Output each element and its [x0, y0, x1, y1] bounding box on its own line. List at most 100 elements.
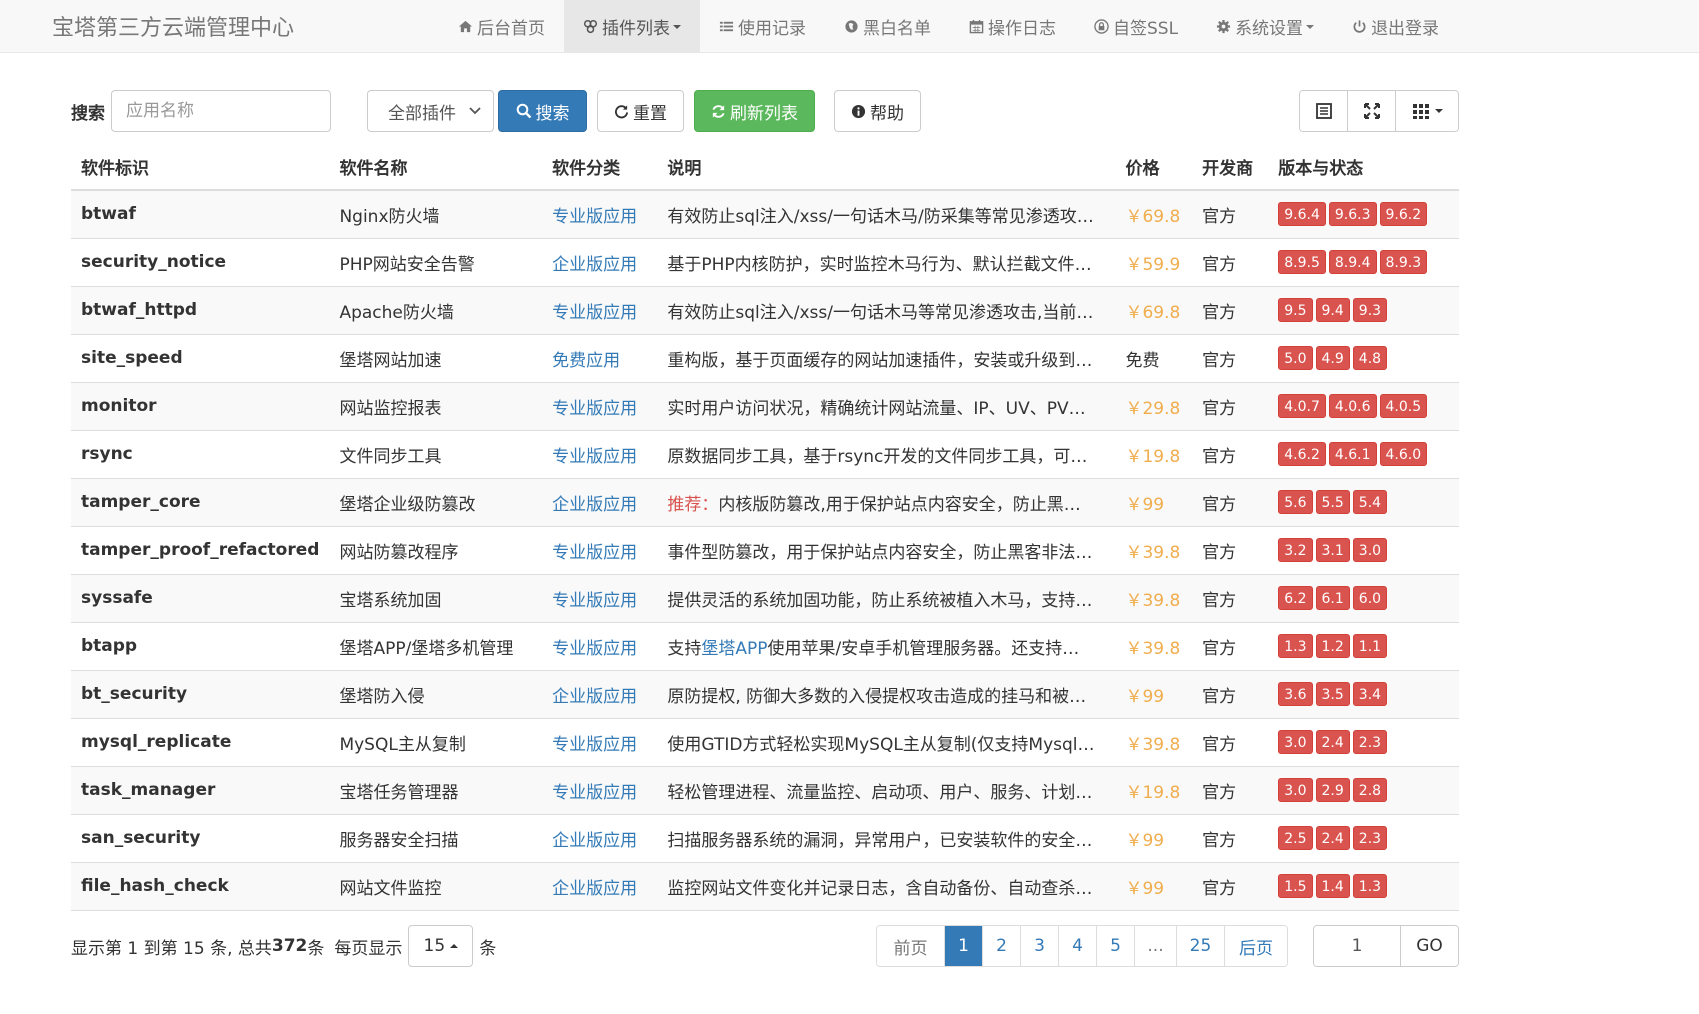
version-badge[interactable]: 2.9: [1315, 778, 1350, 802]
version-badge[interactable]: 4.0.7: [1278, 394, 1326, 418]
version-badge[interactable]: 4.0.5: [1379, 394, 1428, 418]
version-badge[interactable]: 1.4: [1315, 874, 1350, 898]
version-badge[interactable]: 9.6.2: [1379, 202, 1428, 227]
plugin-category-link[interactable]: 企业版应用: [542, 861, 658, 911]
page-button[interactable]: 25: [1177, 926, 1225, 966]
version-badge[interactable]: 5.0: [1278, 346, 1313, 370]
plugin-category-link[interactable]: 专业版应用: [542, 765, 658, 814]
version-badge[interactable]: 3.5: [1315, 682, 1350, 706]
plugin-category-link[interactable]: 专业版应用: [542, 189, 658, 238]
version-badge[interactable]: 2.8: [1352, 778, 1388, 802]
version-badge[interactable]: 6.0: [1352, 586, 1388, 610]
nav-item-logout[interactable]: 退出登录: [1333, 0, 1458, 53]
plugin-category-link[interactable]: 专业版应用: [542, 381, 658, 430]
version-badge[interactable]: 2.3: [1352, 826, 1388, 850]
page-button[interactable]: 2: [983, 926, 1021, 966]
version-badge[interactable]: 3.2: [1278, 538, 1313, 562]
version-badge[interactable]: 9.6.3: [1328, 202, 1377, 227]
plugin-category-link[interactable]: 专业版应用: [542, 717, 658, 766]
version-badge[interactable]: 3.0: [1352, 538, 1388, 562]
column-header[interactable]: 软件标识: [71, 143, 330, 191]
version-badge[interactable]: 9.3: [1352, 298, 1388, 322]
version-badge[interactable]: 1.2: [1315, 634, 1350, 658]
desc-link[interactable]: 堡塔APP: [701, 639, 767, 659]
plugin-id: rsync: [71, 429, 330, 478]
column-header[interactable]: 软件分类: [542, 143, 658, 191]
version-badge[interactable]: 6.2: [1278, 586, 1313, 610]
version-badge[interactable]: 4.6.2: [1278, 442, 1326, 466]
version-badge[interactable]: 5.6: [1278, 490, 1313, 514]
refresh-list-button[interactable]: 刷新列表: [694, 90, 815, 132]
plugin-category-link[interactable]: 专业版应用: [542, 429, 658, 478]
plugin-category-link[interactable]: 专业版应用: [542, 285, 658, 334]
goto-button[interactable]: GO: [1401, 926, 1458, 966]
version-badge[interactable]: 8.9.3: [1379, 250, 1428, 274]
help-button[interactable]: 帮助: [834, 90, 921, 132]
column-header[interactable]: 开发商: [1192, 143, 1269, 191]
plugin-category-link[interactable]: 企业版应用: [542, 813, 658, 862]
next-page-button[interactable]: 后页: [1225, 926, 1287, 966]
version-badge[interactable]: 3.4: [1352, 682, 1388, 706]
plugin-filter-select[interactable]: 全部插件: [367, 90, 494, 132]
version-badge[interactable]: 2.4: [1315, 730, 1350, 754]
version-badge[interactable]: 4.9: [1315, 346, 1350, 370]
calendar-icon: [969, 19, 984, 34]
version-badge[interactable]: 3.1: [1315, 538, 1350, 562]
plugin-category-link[interactable]: 企业版应用: [542, 237, 658, 286]
nav-label: 系统设置: [1235, 19, 1304, 39]
fullscreen-button[interactable]: [1348, 91, 1396, 131]
nav-item-system-settings[interactable]: 系统设置: [1197, 0, 1333, 53]
version-badge[interactable]: 6.1: [1315, 586, 1350, 610]
nav-item-self-signed-ssl[interactable]: 自签SSL: [1075, 0, 1197, 53]
plugin-category-link[interactable]: 免费应用: [542, 333, 658, 382]
nav-item-plugins[interactable]: 插件列表: [564, 0, 700, 53]
version-badge[interactable]: 4.6.0: [1379, 442, 1428, 466]
plugin-category-link[interactable]: 企业版应用: [542, 477, 658, 526]
version-badge[interactable]: 9.4: [1315, 298, 1350, 322]
goto-page-input[interactable]: [1314, 926, 1401, 966]
plugin-category-link[interactable]: 专业版应用: [542, 621, 658, 670]
column-header[interactable]: 价格: [1115, 143, 1193, 191]
version-badge[interactable]: 4.6.1: [1328, 442, 1377, 466]
version-badge[interactable]: 2.5: [1278, 826, 1313, 850]
plugin-category-link[interactable]: 企业版应用: [542, 669, 658, 718]
page-button[interactable]: 4: [1059, 926, 1097, 966]
version-badge[interactable]: 1.1: [1352, 634, 1388, 658]
version-badge[interactable]: 4.0.6: [1328, 394, 1377, 418]
nav-item-usage-log[interactable]: 使用记录: [700, 0, 825, 53]
plugin-category-link[interactable]: 专业版应用: [542, 525, 658, 574]
version-badge[interactable]: 9.5: [1278, 298, 1313, 322]
prev-page-button[interactable]: 前页: [877, 926, 945, 966]
version-badge[interactable]: 2.4: [1315, 826, 1350, 850]
page-button[interactable]: 5: [1097, 926, 1135, 966]
brand-title[interactable]: 宝塔第三方云端管理中心: [52, 10, 294, 42]
column-header[interactable]: 说明: [657, 143, 1116, 191]
column-header[interactable]: 软件名称: [329, 143, 543, 191]
nav-item-blackwhite-list[interactable]: 黑白名单: [825, 0, 950, 53]
version-badge[interactable]: 4.8: [1352, 346, 1388, 370]
nav-item-home[interactable]: 后台首页: [439, 0, 564, 53]
nav-item-operation-log[interactable]: 操作日志: [950, 0, 1075, 53]
columns-dropdown-button[interactable]: [1396, 91, 1458, 131]
search-input[interactable]: [111, 90, 331, 132]
version-badge[interactable]: 2.3: [1352, 730, 1388, 754]
version-badge[interactable]: 1.3: [1278, 634, 1313, 658]
version-badge[interactable]: 1.3: [1352, 874, 1388, 898]
page-size-dropdown[interactable]: 15: [408, 925, 474, 967]
version-badge[interactable]: 9.6.4: [1278, 202, 1326, 227]
version-badge[interactable]: 8.9.4: [1328, 250, 1377, 274]
version-badge[interactable]: 5.4: [1352, 490, 1388, 514]
search-button[interactable]: 搜索: [498, 90, 587, 132]
version-badge[interactable]: 8.9.5: [1278, 250, 1326, 274]
page-button[interactable]: 1: [945, 926, 983, 966]
page-button[interactable]: 3: [1021, 926, 1059, 966]
column-header[interactable]: 版本与状态: [1268, 143, 1459, 191]
reset-button[interactable]: 重置: [597, 90, 684, 132]
plugin-category-link[interactable]: 专业版应用: [542, 573, 658, 622]
version-badge[interactable]: 5.5: [1315, 490, 1350, 514]
version-badge[interactable]: 3.0: [1278, 778, 1313, 802]
version-badge[interactable]: 1.5: [1278, 874, 1313, 898]
version-badge[interactable]: 3.6: [1278, 682, 1313, 706]
version-badge[interactable]: 3.0: [1278, 730, 1313, 754]
toggle-view-button[interactable]: [1300, 91, 1348, 131]
